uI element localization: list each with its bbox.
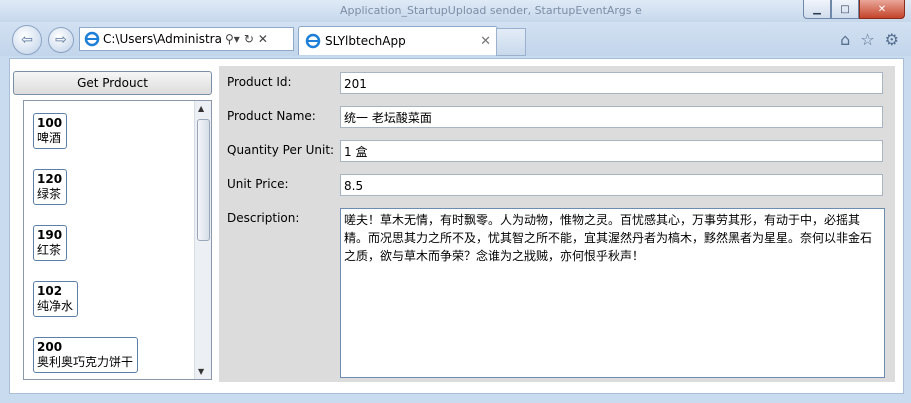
item-name: 红茶: [37, 243, 62, 257]
new-tab-button[interactable]: [496, 28, 526, 56]
minimize-icon: ▁: [813, 3, 821, 15]
favorites-star-icon[interactable]: ☆: [860, 30, 874, 49]
quantity-field[interactable]: 1 盒: [340, 140, 883, 162]
quantity-label: Quantity Per Unit:: [227, 143, 335, 157]
item-name: 绿茶: [37, 187, 62, 201]
close-tab-icon[interactable]: ✕: [480, 34, 491, 49]
window-controls: ▁ □ ✕: [803, 0, 905, 19]
browser-right-icons: ⌂ ☆ ⚙: [840, 30, 899, 49]
product-list[interactable]: 100 啤酒 120 绿茶 190 红茶 102 纯净水 200 奥利奥巧克力饼…: [23, 100, 212, 380]
scroll-up-icon[interactable]: ▲: [198, 104, 204, 113]
unit-price-label: Unit Price:: [227, 177, 289, 191]
home-icon[interactable]: ⌂: [840, 30, 850, 49]
scroll-down-icon[interactable]: ▼: [198, 367, 204, 376]
item-id: 100: [37, 116, 63, 130]
forward-button[interactable]: ⇨: [48, 27, 74, 53]
list-item[interactable]: 200 奥利奥巧克力饼干: [33, 337, 139, 373]
search-icon[interactable]: ⚲▾: [225, 32, 240, 46]
tab-active[interactable]: SLYlbtechApp ✕: [298, 26, 498, 55]
minimize-button[interactable]: ▁: [803, 0, 831, 19]
item-id: 102: [37, 284, 63, 298]
list-scrollbar[interactable]: ▲ ▼: [194, 101, 211, 379]
address-bar[interactable]: C:\Users\Administra ⚲▾ ↻ ✕: [79, 27, 294, 51]
item-id: 200: [37, 340, 63, 354]
close-window-button[interactable]: ✕: [859, 0, 905, 19]
item-name: 纯净水: [37, 299, 74, 313]
address-text[interactable]: C:\Users\Administra: [103, 32, 221, 46]
maximize-button[interactable]: □: [831, 0, 859, 19]
settings-gear-icon[interactable]: ⚙: [885, 30, 899, 49]
item-id: 120: [37, 172, 63, 186]
product-id-field[interactable]: 201: [340, 72, 883, 94]
refresh-icon[interactable]: ↻: [244, 32, 254, 46]
back-button[interactable]: ⇦: [12, 25, 42, 55]
forward-arrow-icon: ⇨: [55, 32, 67, 48]
scroll-thumb[interactable]: [197, 119, 210, 241]
list-item[interactable]: 190 红茶: [33, 225, 68, 261]
item-id: 190: [37, 228, 63, 242]
item-name: 啤酒: [37, 131, 62, 145]
list-item[interactable]: 120 绿茶: [33, 169, 68, 205]
tab-title: SLYlbtechApp: [325, 34, 406, 48]
list-item[interactable]: 102 纯净水: [33, 281, 79, 317]
description-field[interactable]: 嗟夫！草木无情，有时飘零。人为动物，惟物之灵。百忧感其心，万事劳其形，有动于中，…: [340, 208, 885, 378]
product-name-label: Product Name:: [227, 109, 316, 123]
product-id-label: Product Id:: [227, 75, 292, 89]
close-icon: ✕: [877, 3, 887, 15]
ie-logo-icon: [305, 33, 321, 49]
window-titlebar: Application_StartupUpload sender, Startu…: [0, 0, 911, 22]
product-name-field[interactable]: 统一 老坛酸菜面: [340, 106, 883, 128]
maximize-icon: □: [840, 3, 850, 15]
ie-logo-icon: [84, 31, 100, 47]
item-name: 奥利奥巧克力饼干: [37, 355, 134, 369]
stop-icon[interactable]: ✕: [258, 32, 268, 46]
get-product-button[interactable]: Get Prdouct: [13, 71, 212, 95]
status-bar: [0, 395, 911, 403]
window-title: Application_StartupUpload sender, Startu…: [340, 4, 642, 17]
unit-price-field[interactable]: 8.5: [340, 174, 883, 196]
back-arrow-icon: ⇦: [21, 32, 33, 48]
browser-toolbar: ⇦ ⇨ C:\Users\Administra ⚲▾ ↻ ✕ SLYlbtech…: [0, 22, 911, 56]
list-item[interactable]: 100 啤酒: [33, 113, 68, 149]
description-label: Description:: [227, 211, 300, 225]
